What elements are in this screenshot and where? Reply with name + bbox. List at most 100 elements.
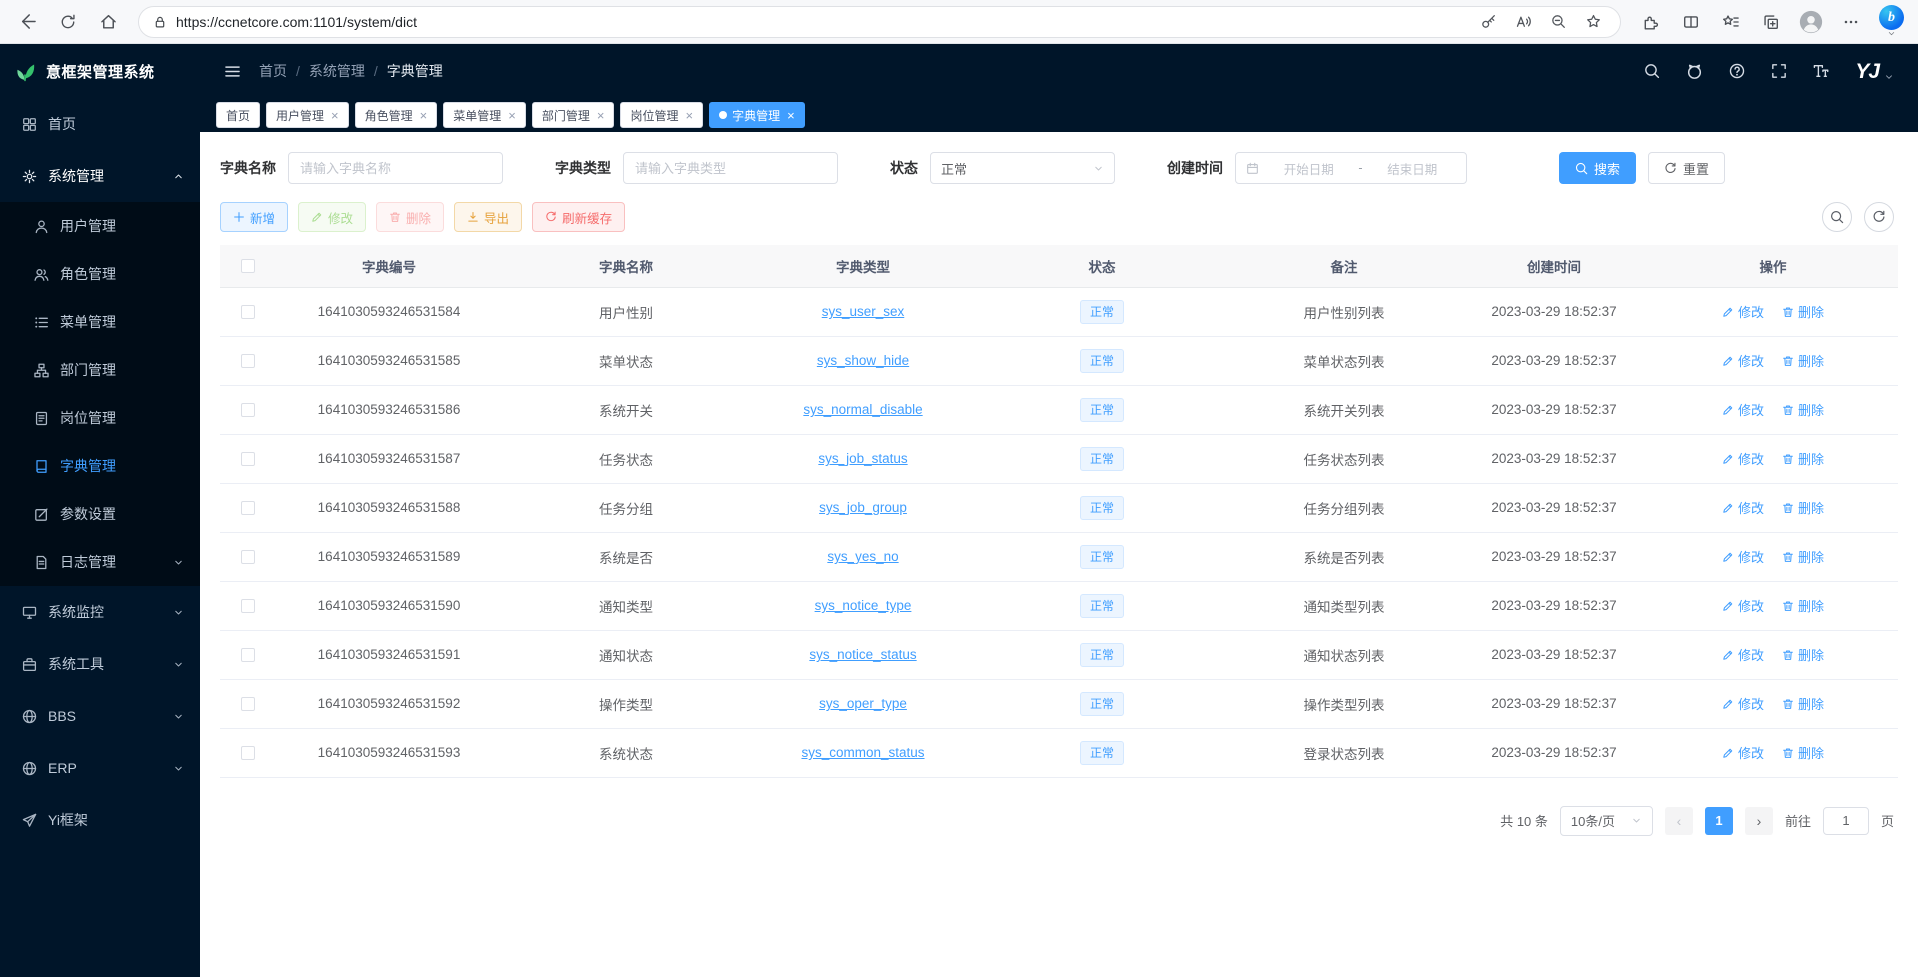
dict-type-link[interactable]: sys_job_status (818, 451, 907, 466)
dict-type-link[interactable]: sys_show_hide (817, 353, 909, 368)
row-checkbox[interactable] (241, 648, 255, 662)
reset-button[interactable]: 重置 (1648, 152, 1725, 184)
row-edit-button[interactable]: 修改 (1722, 547, 1764, 566)
goto-page-input[interactable] (1823, 807, 1869, 835)
prev-page-button[interactable]: ‹ (1665, 807, 1693, 835)
row-delete-button[interactable]: 删除 (1782, 694, 1824, 713)
dict-type-input[interactable] (623, 152, 838, 184)
row-edit-button[interactable]: 修改 (1722, 743, 1764, 762)
extensions-button[interactable] (1633, 5, 1669, 39)
dict-type-link[interactable]: sys_notice_status (809, 647, 916, 662)
split-screen-button[interactable] (1673, 5, 1709, 39)
github-icon[interactable] (1686, 63, 1703, 80)
help-icon[interactable] (1729, 63, 1745, 79)
row-edit-button[interactable]: 修改 (1722, 694, 1764, 713)
zoom-out-icon[interactable] (1545, 9, 1571, 35)
browser-menu-button[interactable] (1833, 5, 1869, 39)
close-tab-icon[interactable]: × (508, 109, 516, 122)
read-aloud-icon[interactable] (1510, 9, 1536, 35)
row-delete-button[interactable]: 删除 (1782, 351, 1824, 370)
dict-name-input[interactable] (288, 152, 503, 184)
dict-type-link[interactable]: sys_notice_type (815, 598, 912, 613)
breadcrumb-item[interactable]: 首页 (259, 61, 287, 81)
sidebar-item-monitor[interactable]: 系统监控 (0, 586, 200, 638)
row-checkbox[interactable] (241, 501, 255, 515)
sidebar-item-dict[interactable]: 字典管理 (0, 442, 200, 490)
sidebar-item-menu[interactable]: 菜单管理 (0, 298, 200, 346)
dict-type-link[interactable]: sys_user_sex (822, 304, 905, 319)
row-edit-button[interactable]: 修改 (1722, 351, 1764, 370)
row-checkbox[interactable] (241, 697, 255, 711)
browser-back-button[interactable] (10, 5, 46, 39)
select-all-checkbox[interactable] (241, 259, 255, 273)
row-delete-button[interactable]: 删除 (1782, 498, 1824, 517)
dict-type-link[interactable]: sys_job_group (819, 500, 907, 515)
close-tab-icon[interactable]: × (597, 109, 605, 122)
tab-dept[interactable]: 部门管理× (532, 102, 615, 128)
close-tab-icon[interactable]: × (331, 109, 339, 122)
close-tab-icon[interactable]: × (420, 109, 428, 122)
tab-dict[interactable]: 字典管理× (709, 102, 805, 128)
sidebar-item-tool[interactable]: 系统工具 (0, 638, 200, 690)
add-button[interactable]: 新增 (220, 202, 288, 232)
password-key-icon[interactable] (1475, 9, 1501, 35)
row-checkbox[interactable] (241, 746, 255, 760)
address-bar[interactable]: https://ccnetcore.com:1101/system/dict (138, 6, 1621, 38)
dict-type-link[interactable]: sys_yes_no (827, 549, 898, 564)
refresh-table-button[interactable] (1864, 202, 1894, 232)
search-button[interactable]: 搜索 (1559, 152, 1636, 184)
row-checkbox[interactable] (241, 599, 255, 613)
browser-home-button[interactable] (90, 5, 126, 39)
sidebar-item-role[interactable]: 角色管理 (0, 250, 200, 298)
export-button[interactable]: 导出 (454, 202, 522, 232)
sidebar-item-yi[interactable]: Yi框架 (0, 794, 200, 846)
row-delete-button[interactable]: 删除 (1782, 596, 1824, 615)
browser-refresh-button[interactable] (50, 5, 86, 39)
favorites-button[interactable] (1713, 5, 1749, 39)
row-checkbox[interactable] (241, 354, 255, 368)
dict-type-link[interactable]: sys_common_status (801, 745, 924, 760)
sidebar-item-user[interactable]: 用户管理 (0, 202, 200, 250)
refresh-cache-button[interactable]: 刷新缓存 (532, 202, 625, 232)
row-edit-button[interactable]: 修改 (1722, 302, 1764, 321)
close-tab-icon[interactable]: × (685, 109, 693, 122)
sidebar-item-param[interactable]: 参数设置 (0, 490, 200, 538)
row-delete-button[interactable]: 删除 (1782, 547, 1824, 566)
breadcrumb-item[interactable]: 系统管理 (309, 61, 365, 81)
edit-button[interactable]: 修改 (298, 202, 366, 232)
row-checkbox[interactable] (241, 452, 255, 466)
row-edit-button[interactable]: 修改 (1722, 596, 1764, 615)
tab-menu[interactable]: 菜单管理× (443, 102, 526, 128)
tab-home[interactable]: 首页 (216, 102, 260, 128)
sidebar-item-log[interactable]: 日志管理 (0, 538, 200, 586)
row-delete-button[interactable]: 删除 (1782, 743, 1824, 762)
font-size-icon[interactable] (1813, 63, 1829, 79)
row-delete-button[interactable]: 删除 (1782, 302, 1824, 321)
row-delete-button[interactable]: 删除 (1782, 645, 1824, 664)
next-page-button[interactable]: › (1745, 807, 1773, 835)
fullscreen-icon[interactable] (1771, 63, 1787, 79)
collections-button[interactable] (1753, 5, 1789, 39)
sidebar-item-erp[interactable]: ERP (0, 742, 200, 794)
page-size-select[interactable]: 10条/页 (1560, 806, 1653, 836)
sidebar-item-bbs[interactable]: BBS (0, 690, 200, 742)
dict-type-link[interactable]: sys_oper_type (819, 696, 907, 711)
delete-button[interactable]: 删除 (376, 202, 444, 232)
page-number-button[interactable]: 1 (1705, 807, 1733, 835)
row-edit-button[interactable]: 修改 (1722, 645, 1764, 664)
row-checkbox[interactable] (241, 550, 255, 564)
sidebar-item-dept[interactable]: 部门管理 (0, 346, 200, 394)
tab-user[interactable]: 用户管理× (266, 102, 349, 128)
profile-avatar[interactable] (1793, 5, 1829, 39)
dict-type-link[interactable]: sys_normal_disable (803, 402, 922, 417)
row-checkbox[interactable] (241, 305, 255, 319)
row-edit-button[interactable]: 修改 (1722, 449, 1764, 468)
row-checkbox[interactable] (241, 403, 255, 417)
close-tab-icon[interactable]: × (787, 109, 795, 122)
add-favorite-icon[interactable] (1580, 9, 1606, 35)
row-edit-button[interactable]: 修改 (1722, 498, 1764, 517)
user-menu[interactable]: YJ (1855, 61, 1894, 82)
date-range-picker[interactable]: 开始日期 - 结束日期 (1235, 152, 1467, 184)
app-logo[interactable]: 意框架管理系统 (0, 44, 200, 98)
sidebar-toggle-button[interactable] (224, 63, 241, 80)
